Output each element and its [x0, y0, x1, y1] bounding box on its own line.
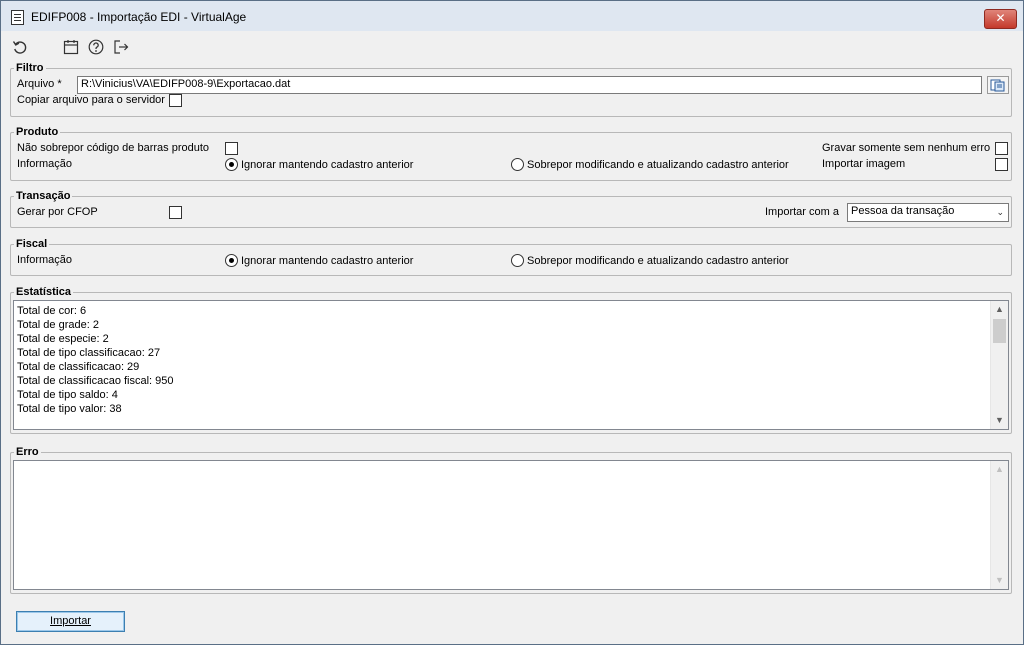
arquivo-input[interactable]: R:\Vinicius\VA\EDIFP008-9\Exportacao.dat: [77, 76, 982, 94]
browse-icon: [990, 79, 1005, 92]
produto-sobrepor-label[interactable]: Sobrepor modificando e atualizando cadas…: [527, 159, 789, 171]
estatistica-line: Total de especie: 2: [17, 333, 109, 345]
title-bar: EDIFP008 - Importação EDI - VirtualAge ✕: [1, 1, 1023, 31]
importar-com-select[interactable]: Pessoa da transação ⌄: [847, 203, 1009, 222]
scroll-down-icon[interactable]: ▼: [991, 572, 1008, 589]
fiscal-ignorar-radio[interactable]: [225, 254, 238, 267]
fiscal-ignorar-label[interactable]: Ignorar mantendo cadastro anterior: [241, 255, 413, 267]
browse-file-button[interactable]: [987, 76, 1009, 94]
importar-com-label: Importar com a: [765, 206, 839, 218]
help-icon[interactable]: [88, 39, 104, 55]
gerar-cfop-checkbox[interactable]: [169, 206, 182, 219]
importar-button-label: Importar: [50, 615, 91, 627]
importar-button[interactable]: Importar: [16, 611, 125, 632]
estatistica-line: Total de tipo saldo: 4: [17, 389, 118, 401]
scroll-up-icon[interactable]: ▲: [991, 301, 1008, 318]
filtro-legend: Filtro: [16, 62, 44, 74]
erro-memo[interactable]: ▲ ▼: [13, 460, 1009, 590]
scroll-down-icon[interactable]: ▼: [991, 412, 1008, 429]
produto-legend: Produto: [16, 126, 59, 138]
produto-informacao-label: Informação: [17, 158, 73, 170]
erro-scrollbar[interactable]: ▲ ▼: [990, 461, 1008, 589]
estatistica-line: Total de tipo valor: 38: [17, 403, 122, 415]
importar-imagem-checkbox[interactable]: [995, 158, 1008, 171]
fiscal-legend: Fiscal: [16, 238, 48, 250]
estatistica-line: Total de cor: 6: [17, 305, 87, 317]
document-icon: [11, 10, 24, 25]
scroll-thumb[interactable]: [993, 319, 1006, 343]
importar-com-value: Pessoa da transação: [851, 205, 955, 217]
window-title: EDIFP008 - Importação EDI - VirtualAge: [31, 10, 247, 24]
nao-sobrepor-label: Não sobrepor código de barras produto: [17, 142, 210, 154]
estatistica-memo[interactable]: Total de cor: 6 Total de grade: 2 Total …: [13, 300, 1009, 430]
chevron-down-icon: ⌄: [996, 207, 1004, 217]
fiscal-sobrepor-radio[interactable]: [511, 254, 524, 267]
estatistica-scrollbar[interactable]: ▲ ▼: [990, 301, 1008, 429]
transacao-legend: Transação: [16, 190, 71, 202]
copiar-arquivo-checkbox[interactable]: [169, 94, 182, 107]
estatistica-legend: Estatística: [16, 286, 72, 298]
refresh-icon[interactable]: [12, 39, 28, 55]
produto-sobrepor-radio[interactable]: [511, 158, 524, 171]
exit-icon[interactable]: [113, 39, 129, 55]
close-button[interactable]: ✕: [984, 9, 1017, 29]
estatistica-line: Total de tipo classificacao: 27: [17, 347, 161, 359]
gravar-sem-erro-label: Gravar somente sem nenhum erro: [822, 142, 991, 154]
produto-ignorar-label[interactable]: Ignorar mantendo cadastro anterior: [241, 159, 413, 171]
erro-legend: Erro: [16, 446, 39, 458]
estatistica-line: Total de classificacao fiscal: 950: [17, 375, 174, 387]
fiscal-informacao-label: Informação: [17, 254, 73, 266]
gerar-cfop-label: Gerar por CFOP: [17, 206, 98, 218]
nao-sobrepor-checkbox[interactable]: [225, 142, 238, 155]
gravar-sem-erro-checkbox[interactable]: [995, 142, 1008, 155]
importar-imagem-label: Importar imagem: [822, 158, 906, 170]
arquivo-label: Arquivo *: [17, 78, 62, 90]
estatistica-lines: Total de cor: 6 Total de grade: 2 Total …: [17, 304, 174, 416]
calendar-icon[interactable]: [63, 39, 79, 55]
estatistica-line: Total de classificacao: 29: [17, 361, 140, 373]
estatistica-line: Total de grade: 2: [17, 319, 99, 331]
produto-ignorar-radio[interactable]: [225, 158, 238, 171]
copiar-arquivo-label: Copiar arquivo para o servidor: [17, 94, 165, 106]
scroll-up-icon[interactable]: ▲: [991, 461, 1008, 478]
fiscal-sobrepor-label[interactable]: Sobrepor modificando e atualizando cadas…: [527, 255, 789, 267]
